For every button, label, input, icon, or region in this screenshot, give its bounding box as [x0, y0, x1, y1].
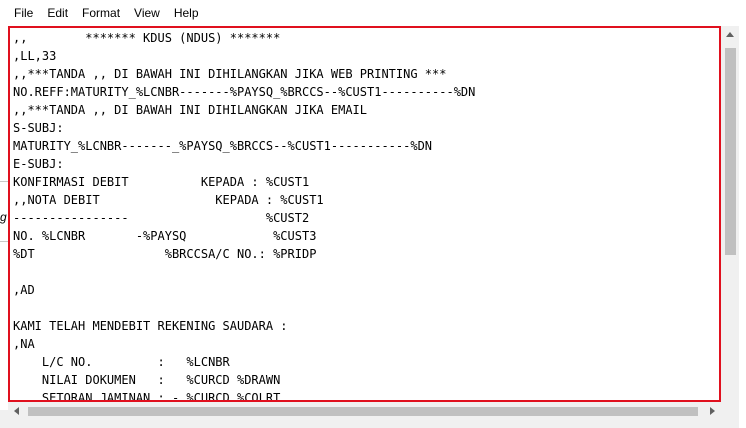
editor-line: E-SUBJ:	[13, 157, 64, 171]
editor-line: ,NA	[13, 337, 35, 351]
background-divider	[0, 241, 8, 242]
vertical-scroll-thumb[interactable]	[725, 48, 736, 255]
background-window-edge: g	[0, 26, 8, 410]
horizontal-scrollbar[interactable]	[8, 403, 739, 420]
editor-content[interactable]: ,, ******* KDUS (NDUS) ******* ,LL,33 ,,…	[10, 28, 719, 402]
editor-line: SETORAN JAMINAN : - %CURCD %COLRT	[13, 391, 281, 402]
editor-line: NO.REFF:MATURITY_%LCNBR-------%PAYSQ_%BR…	[13, 85, 476, 99]
background-divider	[0, 181, 8, 182]
editor-line: S-SUBJ:	[13, 121, 64, 135]
editor-line: ,, ******* KDUS (NDUS) *******	[13, 31, 281, 45]
editor-line: ,LL,33	[13, 49, 57, 63]
menu-edit[interactable]: Edit	[39, 0, 74, 26]
editor-line: L/C NO. : %LCNBR	[13, 355, 230, 369]
editor-line: ,,***TANDA ,, DI BAWAH INI DIHILANGKAN J…	[13, 67, 447, 81]
vertical-scrollbar[interactable]	[722, 26, 739, 402]
editor-line: KONFIRMASI DEBIT KEPADA : %CUST1	[13, 175, 310, 189]
window-right-edge	[739, 26, 746, 428]
editor-line: ---------------- %CUST2	[13, 211, 310, 225]
scroll-left-icon[interactable]	[14, 407, 19, 415]
scroll-up-icon[interactable]	[726, 32, 734, 37]
menu-view[interactable]: View	[126, 0, 166, 26]
menu-bar: File Edit Format View Help	[0, 0, 746, 26]
scroll-right-icon[interactable]	[710, 407, 715, 415]
editor-line: %DT %BRCCSA/C NO.: %PRIDP	[13, 247, 317, 261]
text-editor-area[interactable]: ,, ******* KDUS (NDUS) ******* ,LL,33 ,,…	[8, 26, 721, 402]
editor-line: ,AD	[13, 283, 35, 297]
editor-line: KAMI TELAH MENDEBIT REKENING SAUDARA :	[13, 319, 288, 333]
editor-line: NILAI DOKUMEN : %CURCD %DRAWN	[13, 373, 281, 387]
editor-line: ,,***TANDA ,, DI BAWAH INI DIHILANGKAN J…	[13, 103, 368, 117]
horizontal-scroll-thumb[interactable]	[28, 407, 698, 416]
menu-format[interactable]: Format	[74, 0, 126, 26]
menu-file[interactable]: File	[0, 0, 39, 26]
editor-line: NO. %LCNBR -%PAYSQ %CUST3	[13, 229, 317, 243]
editor-line: ,,NOTA DEBIT KEPADA : %CUST1	[13, 193, 324, 207]
background-glyph: g	[0, 210, 7, 224]
editor-line: MATURITY_%LCNBR-------_%PAYSQ_%BRCCS--%C…	[13, 139, 433, 153]
menu-help[interactable]: Help	[166, 0, 205, 26]
